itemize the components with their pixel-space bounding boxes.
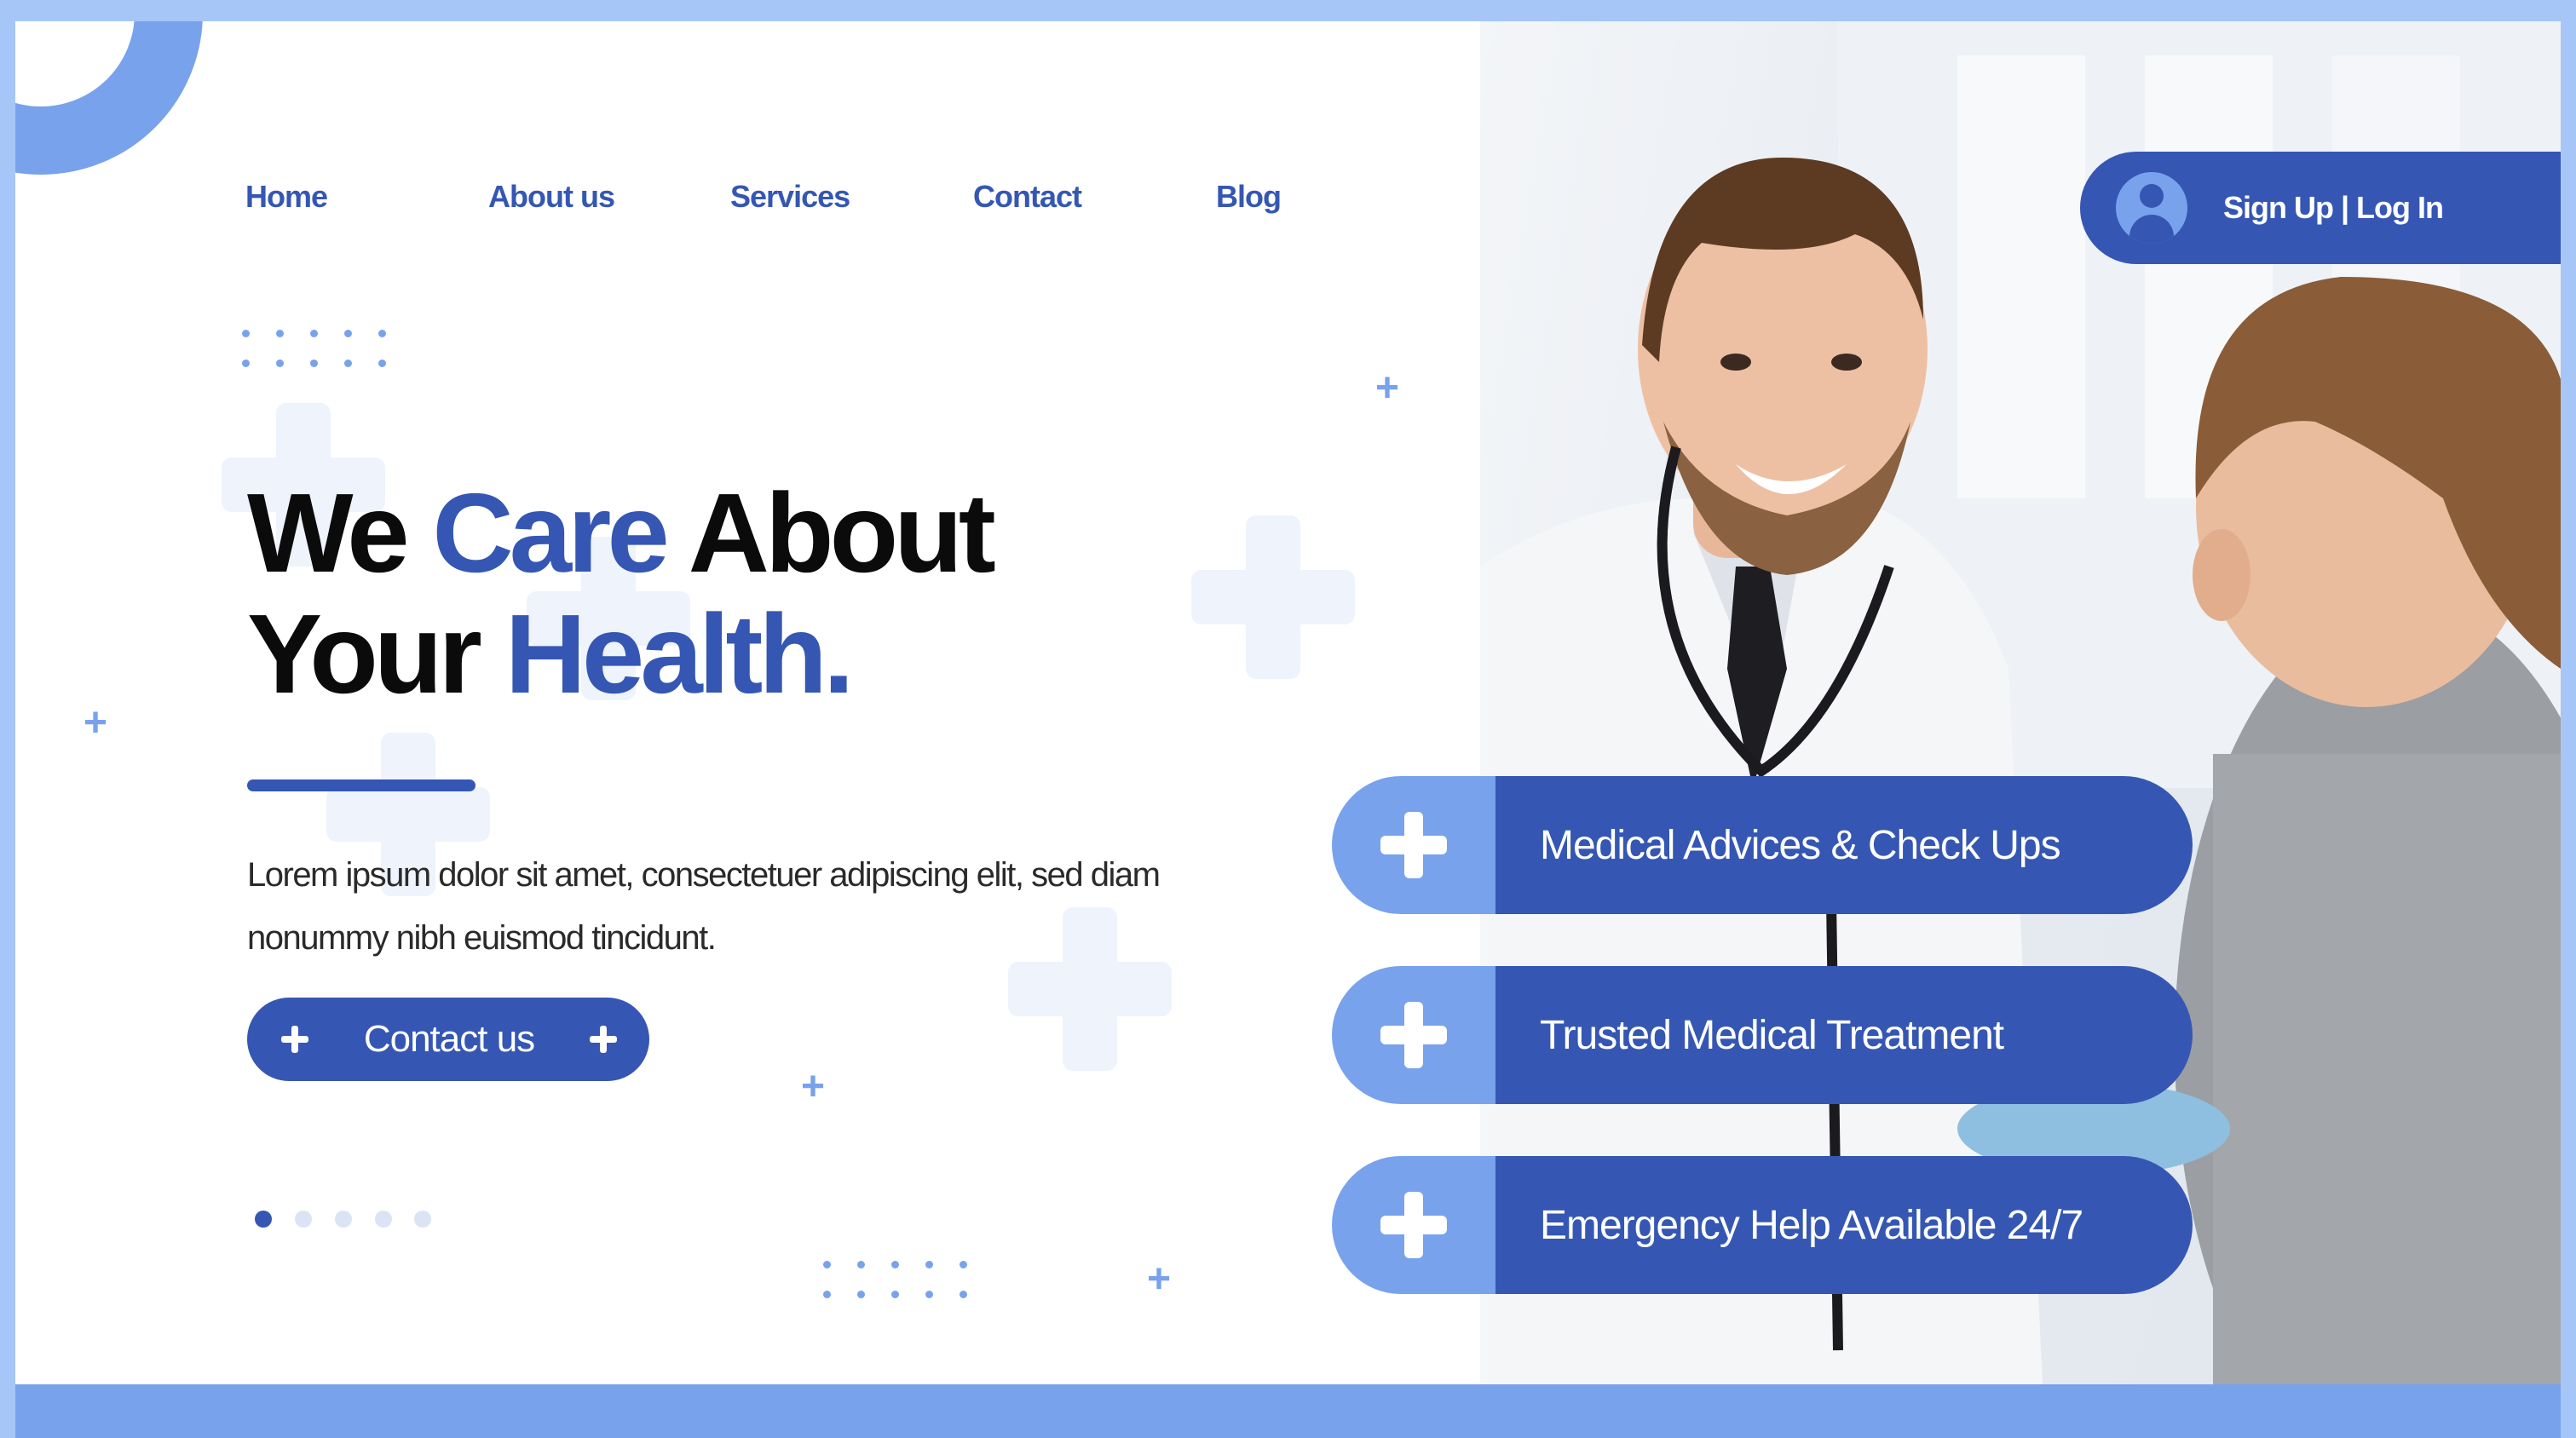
feature-emergency-help[interactable]: Emergency Help Available 24/7: [1332, 1156, 2193, 1294]
user-icon: [2116, 172, 2187, 244]
plus-icon: [1332, 966, 1495, 1104]
contact-us-label: Contact us: [363, 1018, 535, 1060]
title-underline: [247, 779, 475, 791]
feature-medical-advices[interactable]: Medical Advices & Check Ups: [1332, 776, 2193, 914]
nav-blog[interactable]: Blog: [1216, 179, 1282, 215]
nav-contact[interactable]: Contact: [973, 179, 1082, 215]
cross-decoration: [1191, 515, 1355, 679]
plus-icon: [1332, 776, 1495, 914]
feature-label: Trusted Medical Treatment: [1495, 966, 2193, 1104]
plus-icon: +: [84, 700, 108, 745]
plus-icon: [590, 1026, 617, 1053]
plus-icon: +: [801, 1064, 826, 1109]
bottom-band: [15, 1384, 2561, 1438]
nav-home[interactable]: Home: [245, 179, 328, 215]
hero-description: Lorem ipsum dolor sit amet, consectetuer…: [247, 856, 1161, 957]
page-frame: + + + + Home About us Services Contact B…: [15, 21, 2561, 1384]
hero-title-word: About: [688, 470, 996, 595]
pager-dot-2[interactable]: [295, 1211, 312, 1228]
pager-dot-4[interactable]: [375, 1211, 392, 1228]
sign-up-login-label: Sign Up | Log In: [2223, 190, 2444, 225]
corner-arc-decoration: [15, 21, 203, 175]
plus-icon: [281, 1026, 308, 1053]
feature-trusted-treatment[interactable]: Trusted Medical Treatment: [1332, 966, 2193, 1104]
feature-label: Emergency Help Available 24/7: [1495, 1156, 2193, 1294]
hero-title-word: Your: [247, 591, 482, 716]
plus-icon: +: [1375, 365, 1400, 411]
sign-up-login-button[interactable]: Sign Up | Log In: [2080, 152, 2561, 264]
hero-title-accent-word: Care: [432, 470, 670, 595]
hero-title-accent-word: Health.: [504, 591, 855, 716]
contact-us-button[interactable]: Contact us: [247, 998, 649, 1081]
dot-grid-decoration: [823, 1261, 968, 1298]
hero-title: We Care About Your Health.: [247, 470, 996, 716]
pager-dot-1[interactable]: [255, 1211, 272, 1228]
nav-about-us[interactable]: About us: [488, 179, 615, 215]
feature-label: Medical Advices & Check Ups: [1495, 776, 2193, 914]
pager-dot-3[interactable]: [335, 1211, 352, 1228]
plus-icon: +: [1147, 1257, 1172, 1302]
nav-services[interactable]: Services: [730, 179, 850, 215]
dot-grid-decoration: [242, 330, 387, 367]
pager-dot-5[interactable]: [414, 1211, 431, 1228]
hero-title-word: We: [247, 470, 410, 595]
plus-icon: [1332, 1156, 1495, 1294]
